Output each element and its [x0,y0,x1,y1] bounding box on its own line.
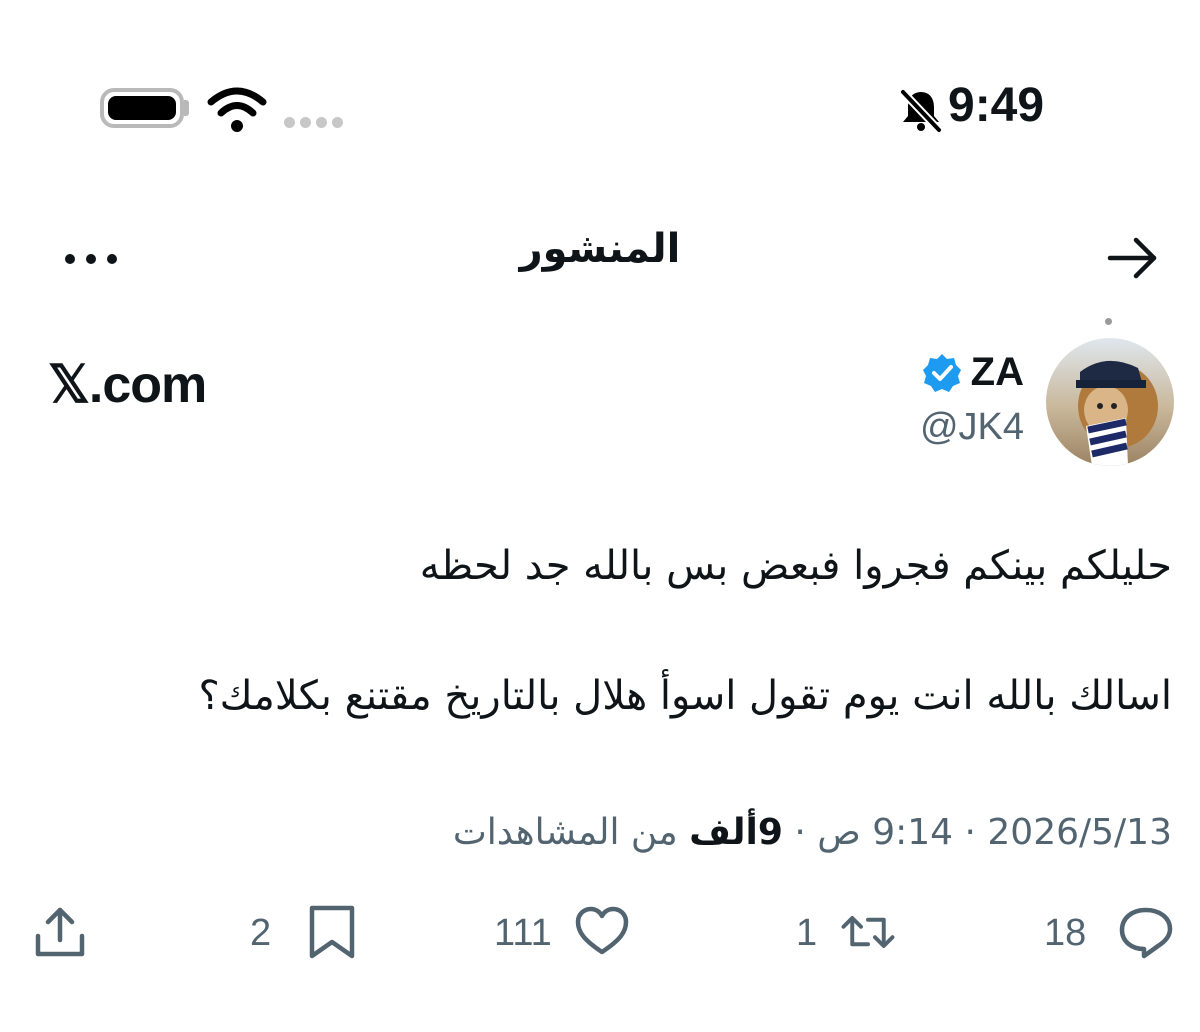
tweet-meta: 2026/5/13 · 9:14 ص · 9ألف من المشاهدات [453,812,1172,853]
meta-separator: · [964,812,976,853]
views-count: 9ألف [689,812,783,853]
meta-separator: · [794,812,806,853]
repost-count: 1 [796,912,818,954]
verified-badge-icon [922,353,961,392]
reply-count: 18 [1044,912,1087,954]
tweet-time: 9:14 ص [817,812,954,853]
views-label: من المشاهدات [452,812,678,853]
wifi-icon [207,87,267,132]
repost-icon[interactable] [840,904,896,960]
status-time: 9:49 [948,79,1045,132]
signal-icon [284,117,343,128]
reply-icon[interactable] [1118,904,1174,960]
bell-muted-icon [900,89,942,133]
like-count: 111 [494,912,552,954]
avatar-badge-dot [1105,318,1112,325]
like-icon[interactable] [574,904,630,960]
avatar[interactable] [1046,338,1174,466]
page-title: المنشور [519,226,681,272]
battery-cap [184,100,189,116]
tweet-text-line: حليلكم بينكم فجروا فبعض بس بالله جد لحظه [419,543,1172,589]
bookmark-count: 2 [250,912,272,954]
author-name-row[interactable]: ZA [921,350,1024,395]
author-name: ZA [970,350,1024,394]
more-icon[interactable] [62,250,122,268]
x-watermark-logo: 𝕏.com [48,356,207,414]
back-arrow-icon[interactable] [1104,234,1160,282]
tweet-text-line: اسالك بالله انت يوم تقول اسوأ هلال بالتا… [198,673,1172,719]
tweet-date: 2026/5/13 [987,812,1172,853]
author-handle[interactable]: @JK4 [920,406,1024,449]
bookmark-icon[interactable] [304,904,360,960]
share-icon[interactable] [32,904,88,960]
battery-icon [100,88,184,128]
